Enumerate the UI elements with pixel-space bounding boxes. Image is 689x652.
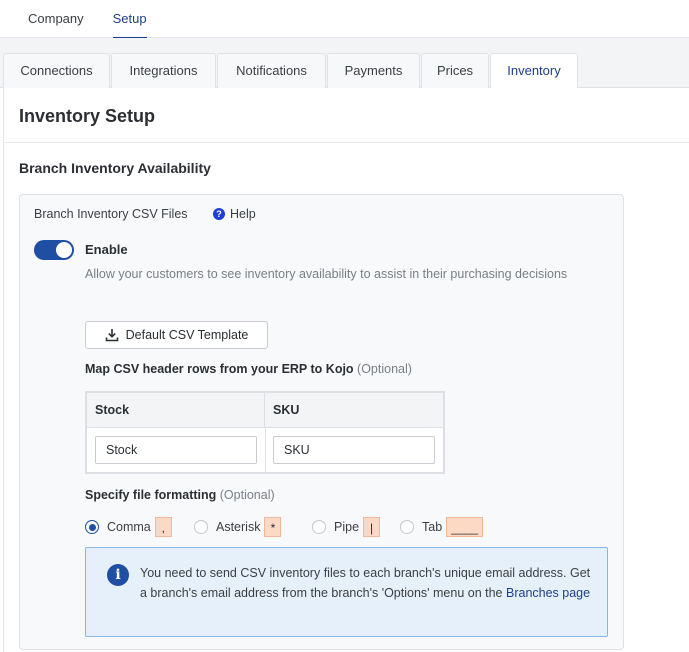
tab-prices[interactable]: Prices [421, 53, 489, 88]
default-csv-template-button[interactable]: Default CSV Template [85, 321, 268, 349]
stock-input[interactable] [95, 436, 257, 464]
delimiter-chip: ____ [446, 517, 484, 537]
settings-tabs: Connections Integrations Notifications P… [0, 38, 689, 89]
help-link[interactable]: ? Help [213, 207, 256, 221]
radio-checked-icon [85, 520, 99, 534]
csv-mapping-table: Stock SKU [85, 391, 445, 474]
inventory-panel: Inventory Setup Branch Inventory Availab… [3, 88, 689, 652]
radio-comma[interactable]: Comma , [85, 516, 172, 538]
mapping-header-row: Stock SKU [87, 393, 443, 428]
top-tabs: Company Setup [0, 0, 689, 39]
info-alert: i You need to send CSV inventory files t… [85, 547, 608, 637]
sku-input[interactable] [273, 436, 435, 464]
csv-files-card: Branch Inventory CSV Files ? Help Enable… [19, 194, 624, 650]
tab-integrations[interactable]: Integrations [111, 53, 216, 88]
radio-unchecked-icon [312, 520, 326, 534]
divider [4, 142, 689, 143]
tab-inventory[interactable]: Inventory [490, 53, 578, 89]
help-label: Help [230, 207, 256, 221]
template-button-label: Default CSV Template [125, 328, 249, 342]
radio-label: Tab [422, 520, 443, 534]
radio-tab[interactable]: Tab ____ [400, 516, 484, 538]
enable-description: Allow your customers to see inventory av… [85, 267, 568, 281]
optional-tag: (Optional) [219, 488, 275, 502]
enable-label: Enable [85, 242, 128, 257]
toggle-knob [56, 242, 72, 258]
tab-connections[interactable]: Connections [3, 53, 110, 88]
info-text: You need to send CSV inventory files to … [140, 563, 600, 603]
column-header-stock: Stock [87, 393, 265, 428]
optional-tag: (Optional) [357, 362, 412, 376]
radio-unchecked-icon [194, 520, 208, 534]
page-title: Inventory Setup [19, 106, 156, 126]
radio-pipe[interactable]: Pipe | [312, 516, 381, 538]
delimiter-chip: * [264, 517, 282, 537]
download-icon [105, 329, 118, 342]
tab-setup[interactable]: Setup [112, 0, 147, 39]
delimiter-chip: , [154, 517, 172, 537]
format-radio-group: Comma , Asterisk * Pipe | Tab ____ [85, 516, 605, 538]
column-header-sku: SKU [273, 403, 300, 417]
map-label-text: Map CSV header rows from your ERP to Koj… [85, 362, 354, 376]
section-title: Branch Inventory Availability [19, 160, 211, 176]
delimiter-chip: | [363, 517, 381, 537]
info-icon: i [107, 564, 129, 586]
column-divider [265, 428, 266, 472]
tab-payments[interactable]: Payments [327, 53, 420, 88]
file-format-label: Specify file formatting (Optional) [85, 488, 275, 502]
enable-toggle[interactable] [34, 240, 74, 260]
branches-page-link[interactable]: Branches page [506, 586, 590, 600]
radio-label: Comma [107, 520, 151, 534]
card-title: Branch Inventory CSV Files [34, 207, 188, 221]
radio-asterisk[interactable]: Asterisk * [194, 516, 282, 538]
format-label-text: Specify file formatting [85, 488, 217, 502]
map-header-label: Map CSV header rows from your ERP to Koj… [85, 362, 412, 376]
tab-notifications[interactable]: Notifications [217, 53, 326, 88]
radio-label: Asterisk [216, 520, 261, 534]
question-icon: ? [213, 208, 225, 220]
radio-unchecked-icon [400, 520, 414, 534]
tab-company[interactable]: Company [28, 0, 84, 38]
radio-label: Pipe [334, 520, 360, 534]
